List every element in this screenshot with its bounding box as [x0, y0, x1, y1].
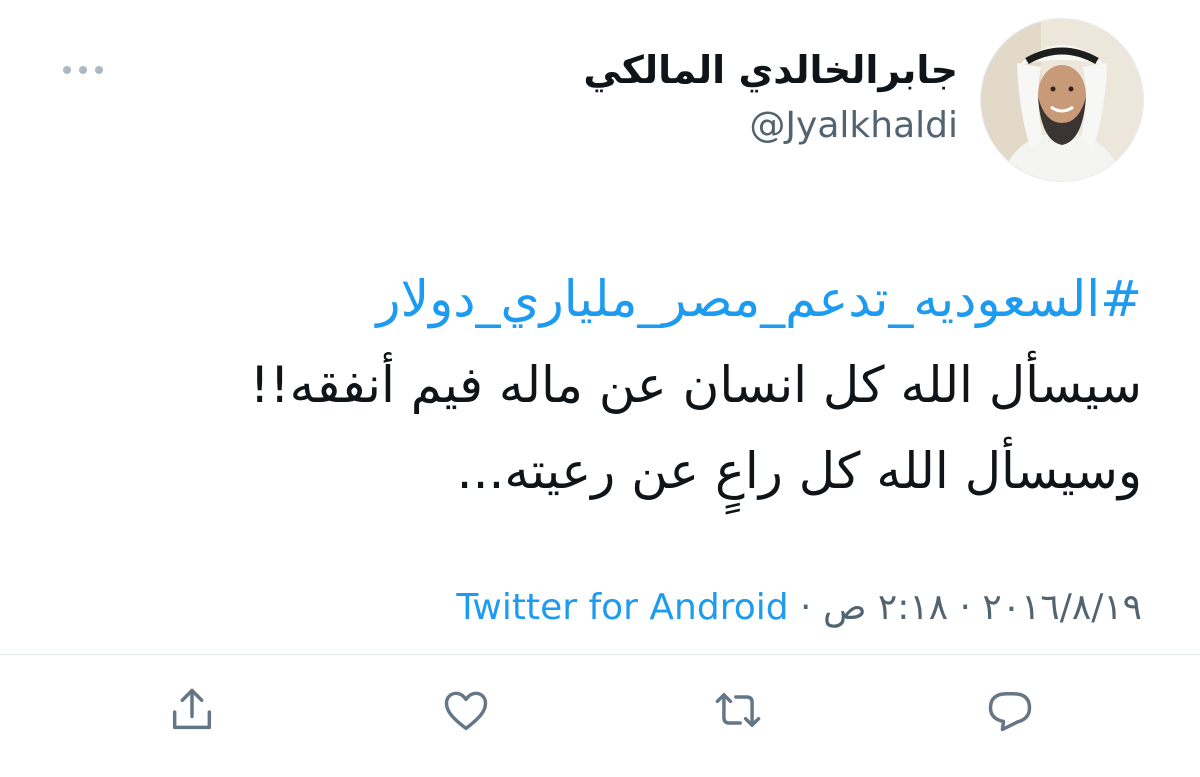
author-display-name[interactable]: جابرالخالدي المالكي	[583, 44, 958, 96]
more-dot-icon	[95, 66, 103, 74]
action-bar	[0, 680, 1200, 740]
meta-separator: ·	[948, 587, 983, 628]
tweet-line: وسيسأل الله كل راعٍ عن رعيته...	[456, 442, 1142, 500]
tweet-text: #السعوديه_تدعم_مصر_ملياري_دولار سيسأل ال…	[142, 256, 1142, 514]
tweet-date: ٢٠١٦/٨/١٩	[982, 587, 1142, 628]
author-handle[interactable]: @Jyalkhaldi	[583, 102, 958, 150]
tweet-card: جابرالخالدي المالكي @Jyalkhaldi #السعودي…	[0, 0, 1200, 777]
like-button[interactable]	[436, 680, 496, 740]
source-link[interactable]: Twitter for Android	[456, 587, 788, 628]
avatar[interactable]	[980, 18, 1144, 182]
share-icon	[172, 688, 212, 730]
tweet-time: ٢:١٨ ص	[822, 587, 949, 628]
like-icon	[444, 691, 488, 731]
reply-icon	[988, 692, 1032, 732]
meta-separator: ·	[788, 587, 823, 628]
more-options-button[interactable]	[58, 56, 108, 84]
divider	[0, 654, 1200, 655]
more-dot-icon	[79, 66, 87, 74]
share-button[interactable]	[162, 680, 222, 740]
tweet-metadata: Twitter for Android · ٢:١٨ ص · ٢٠١٦/٨/١٩	[456, 580, 1142, 636]
author-info: جابرالخالدي المالكي @Jyalkhaldi	[583, 44, 958, 150]
more-dot-icon	[63, 66, 71, 74]
hashtag-link[interactable]: #السعوديه_تدعم_مصر_ملياري_دولار	[142, 256, 1142, 342]
reply-button[interactable]	[980, 680, 1040, 740]
user-avatar-icon	[981, 19, 1143, 181]
retweet-icon	[715, 693, 761, 727]
retweet-button[interactable]	[708, 680, 768, 740]
tweet-line: سيسأل الله كل انسان عن ماله فيم أنفقه!!	[249, 356, 1142, 414]
